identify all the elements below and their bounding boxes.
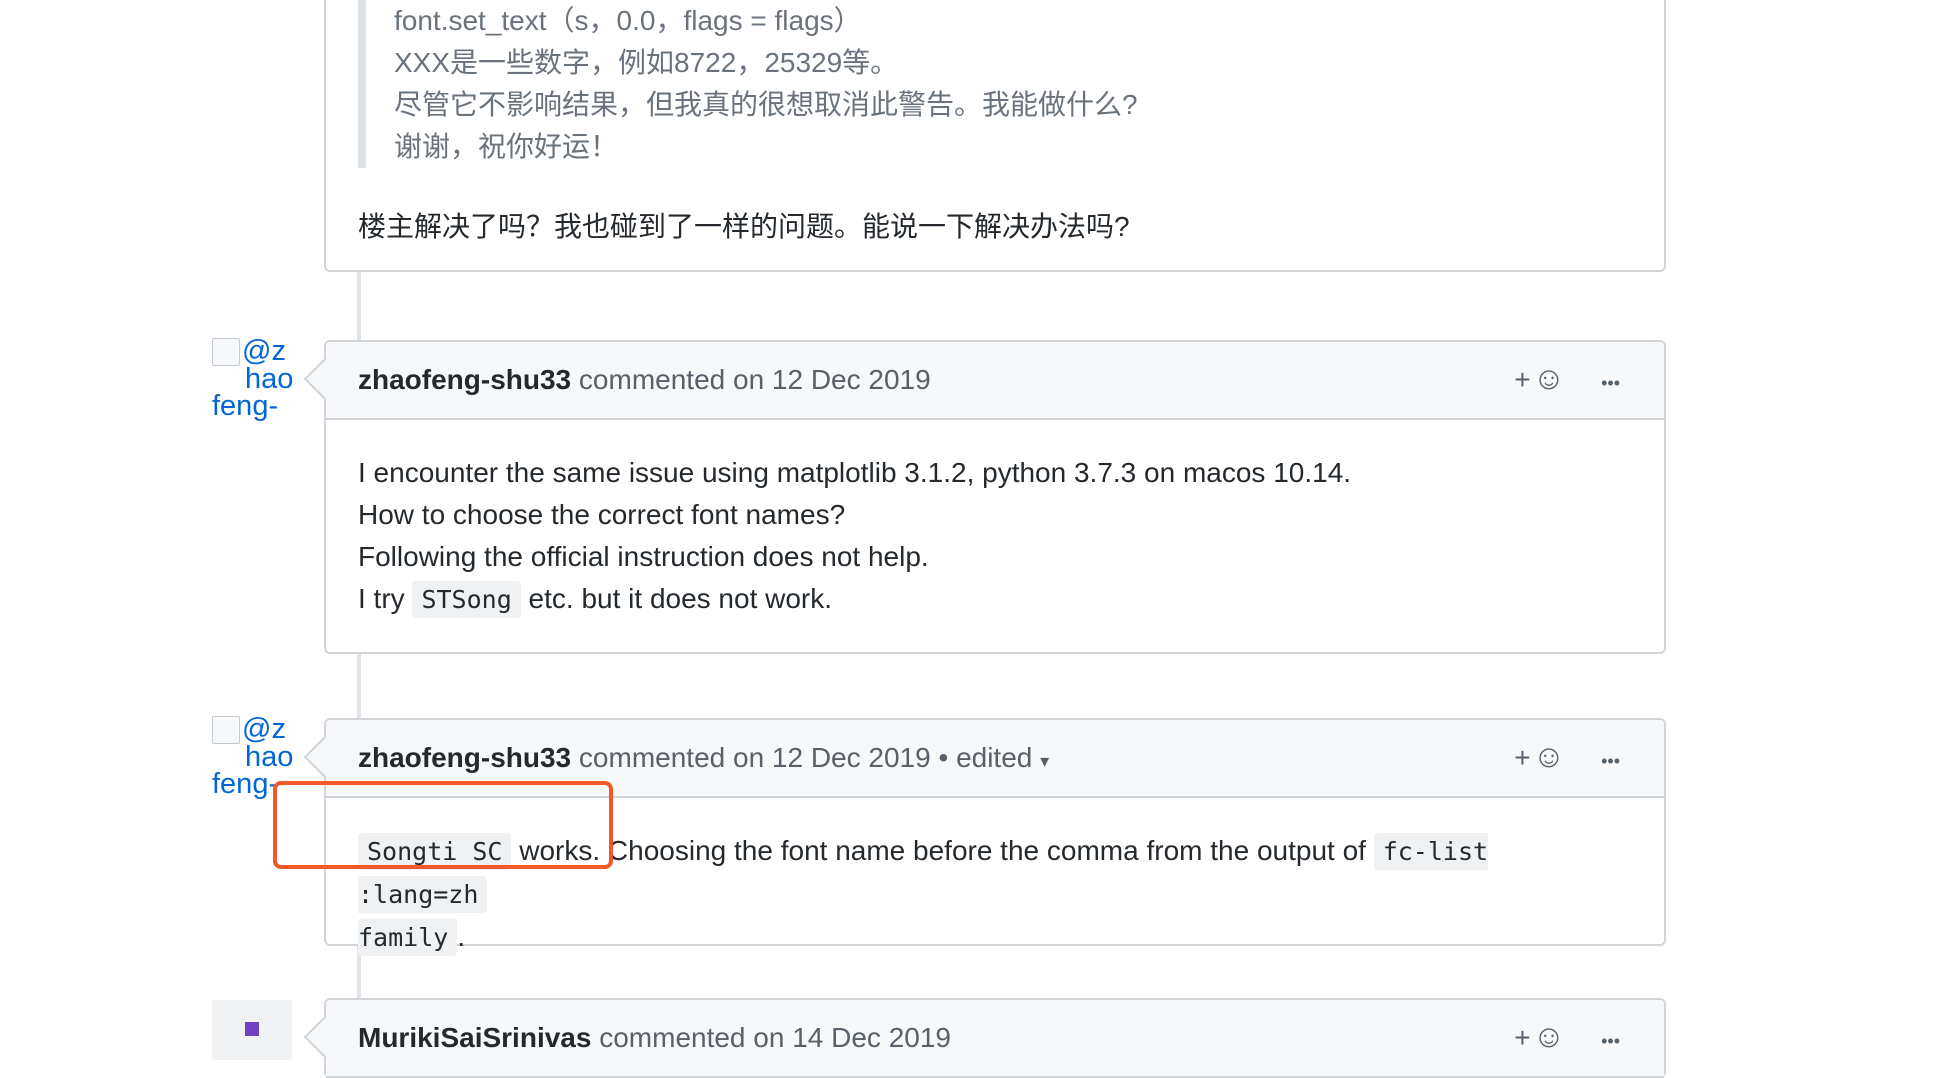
comment-timestamp[interactable]: commented on 12 Dec 2019	[579, 742, 931, 773]
comment-header: MurikiSaiSrinivas commented on 14 Dec 20…	[326, 1000, 1664, 1078]
avatar[interactable]: @z hao feng-	[212, 338, 296, 422]
inline-code: STSong	[412, 581, 521, 618]
more-options-button[interactable]: •••	[1601, 751, 1620, 771]
highlight-annotation	[273, 781, 613, 869]
comment-timestamp[interactable]: commented on 12 Dec 2019	[579, 364, 931, 395]
blockquote: font.set_text（s，0.0，flags = flags） XXX是一…	[358, 0, 1632, 168]
comment-line: I try STSong etc. but it does not work.	[358, 578, 1632, 621]
smiley-icon: ☺	[1532, 1018, 1566, 1054]
author-link[interactable]: zhaofeng-shu33	[358, 364, 571, 395]
broken-image-icon	[212, 716, 240, 744]
more-options-button[interactable]: •••	[1601, 373, 1620, 393]
quote-line: XXX是一些数字，例如8722，25329等。	[394, 47, 899, 78]
comment-line: I encounter the same issue using matplot…	[358, 457, 1352, 488]
broken-image-icon	[212, 338, 240, 366]
quote-line: font.set_text（s，0.0，flags = flags）	[394, 5, 862, 36]
smiley-icon: ☺	[1532, 738, 1566, 774]
comment-line: family.	[358, 916, 1632, 959]
smiley-icon: ☺	[1532, 360, 1566, 396]
caret-down-icon: ▾	[1040, 751, 1050, 771]
more-options-button[interactable]: •••	[1601, 1031, 1620, 1051]
avatar[interactable]	[212, 1000, 292, 1060]
edited-dropdown[interactable]: • edited ▾	[938, 742, 1049, 773]
comment-header: zhaofeng-shu33 commented on 12 Dec 2019 …	[326, 342, 1664, 420]
inline-code: family	[358, 919, 458, 956]
reply-text: 楼主解决了吗？我也碰到了一样的问题。能说一下解决办法吗?	[358, 211, 1130, 242]
quote-line: 谢谢，祝你好运！	[394, 131, 619, 162]
add-reaction-button[interactable]: +☺	[1514, 360, 1565, 396]
identicon	[245, 1022, 259, 1036]
add-reaction-button[interactable]: +☺	[1514, 738, 1565, 774]
comment-box: zhaofeng-shu33 commented on 12 Dec 2019 …	[324, 340, 1666, 654]
comment-line: How to choose the correct font names?	[358, 499, 846, 530]
quote-line: 尽管它不影响结果，但我真的很想取消此警告。我能做什么?	[394, 89, 1138, 120]
comment-box: MurikiSaiSrinivas commented on 14 Dec 20…	[324, 998, 1666, 1078]
author-link[interactable]: zhaofeng-shu33	[358, 742, 571, 773]
comment-line: Following the official instruction does …	[358, 541, 929, 572]
comment-box-top: font.set_text（s，0.0，flags = flags） XXX是一…	[324, 0, 1666, 272]
